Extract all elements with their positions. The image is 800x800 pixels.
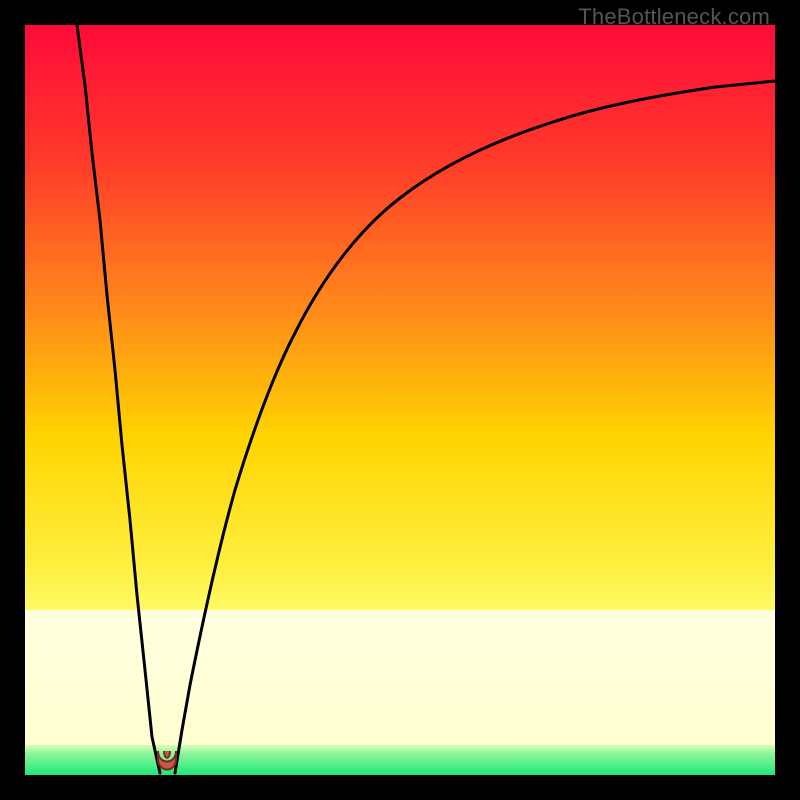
watermark-text: TheBottleneck.com: [578, 4, 770, 30]
curve-right: [175, 81, 775, 773]
curves-layer: [25, 25, 775, 775]
chart-frame: [25, 25, 775, 775]
optimum-marker: [158, 751, 176, 770]
plot-area: [25, 25, 775, 775]
curve-left: [77, 25, 160, 773]
